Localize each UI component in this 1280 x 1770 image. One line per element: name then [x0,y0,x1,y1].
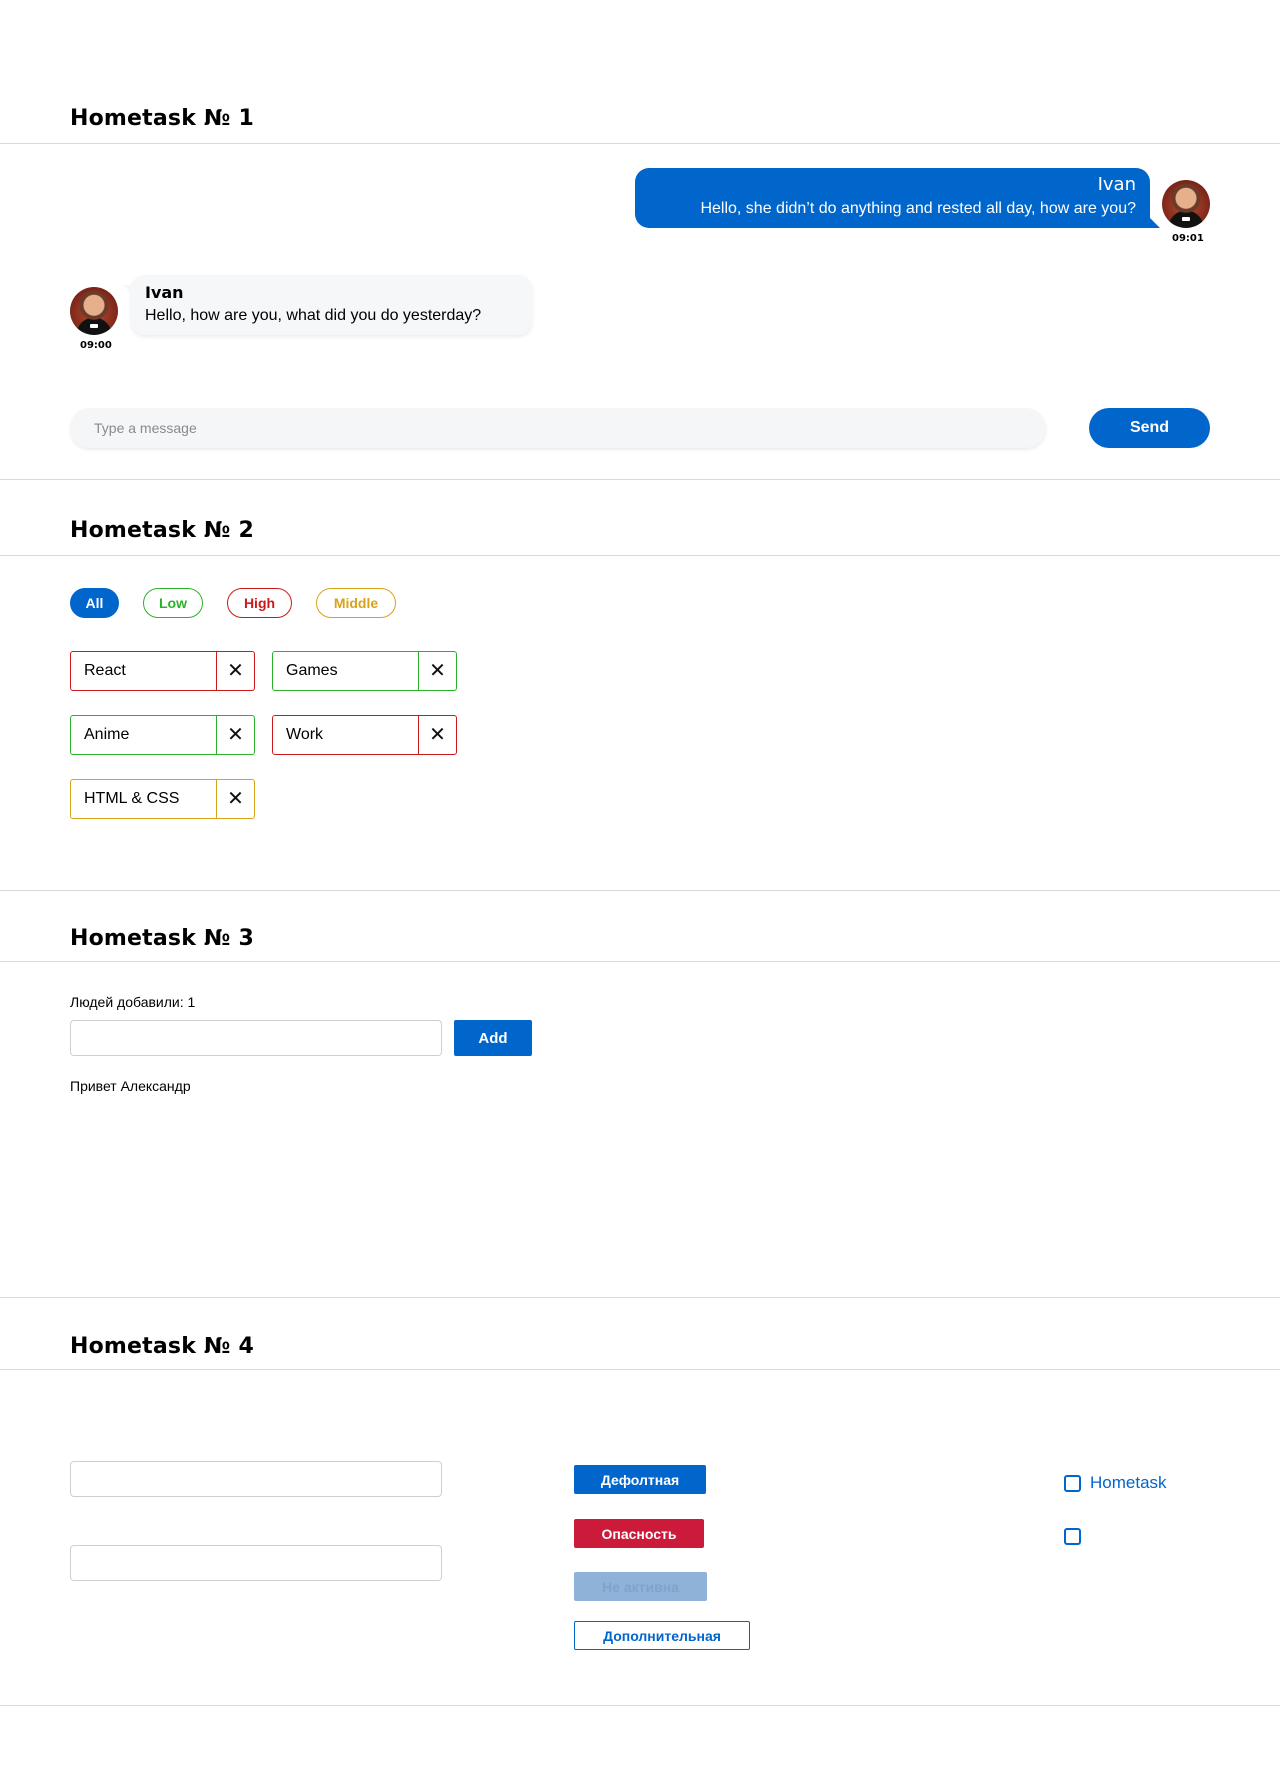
text-input[interactable] [70,1461,442,1497]
send-button[interactable]: Send [1089,408,1210,448]
name-input[interactable] [70,1020,442,1056]
tag-label: Work [286,726,324,743]
message-author: Ivan [1097,174,1136,195]
close-icon[interactable]: ✕ [216,652,254,690]
section-divider [0,890,1280,891]
message-author: Ivan [145,283,184,302]
section-divider [0,555,1280,556]
tag-item: HTML & CSS ✕ [70,779,255,819]
section-divider [0,479,1280,480]
section-divider [0,143,1280,144]
checkbox[interactable] [1064,1475,1081,1492]
outgoing-message: Ivan Hello, she didn’t do anything and r… [635,168,1160,228]
filter-high[interactable]: High [227,588,292,618]
message-time: 09:00 [80,340,112,351]
close-icon[interactable]: ✕ [216,716,254,754]
section-title-2: Hometask № 2 [70,518,254,543]
incoming-message: Ivan Hello, how are you, what did you do… [123,275,532,335]
add-button[interactable]: Add [454,1020,532,1056]
tag-label: Games [286,662,338,679]
avatar [70,287,118,335]
tag-item: Games ✕ [272,651,457,691]
checkbox[interactable] [1064,1528,1081,1545]
filter-middle[interactable]: Middle [316,588,396,618]
default-button[interactable]: Дефолтная [574,1465,706,1494]
avatar [1162,180,1210,228]
checkbox-label[interactable]: Hometask [1090,1473,1167,1493]
close-icon[interactable]: ✕ [418,716,456,754]
secondary-button[interactable]: Дополнительная [574,1621,750,1650]
danger-button[interactable]: Опасность [574,1519,704,1548]
section-title-1: Hometask № 1 [70,106,254,131]
people-count: Людей добавили: 1 [70,994,196,1010]
filter-all[interactable]: All [70,588,119,618]
tag-item: React ✕ [70,651,255,691]
section-title-4: Hometask № 4 [70,1334,254,1359]
tag-label: HTML & CSS [84,790,180,807]
section-title-3: Hometask № 3 [70,926,254,951]
section-divider [0,961,1280,962]
disabled-button: Не активна [574,1572,707,1601]
message-input[interactable] [70,408,1046,448]
text-input[interactable] [70,1545,442,1581]
close-icon[interactable]: ✕ [418,652,456,690]
section-divider [0,1369,1280,1370]
tag-label: Anime [84,726,130,743]
message-time: 09:01 [1172,233,1204,244]
section-divider [0,1297,1280,1298]
close-icon[interactable]: ✕ [216,780,254,818]
tag-item: Anime ✕ [70,715,255,755]
message-text: Hello, she didn’t do anything and rested… [700,200,1136,217]
filter-low[interactable]: Low [143,588,203,618]
message-text: Hello, how are you, what did you do yest… [145,307,482,324]
section-divider [0,1705,1280,1706]
tag-item: Work ✕ [272,715,457,755]
greeting-text: Привет Александр [70,1078,191,1094]
tag-label: React [84,662,126,679]
